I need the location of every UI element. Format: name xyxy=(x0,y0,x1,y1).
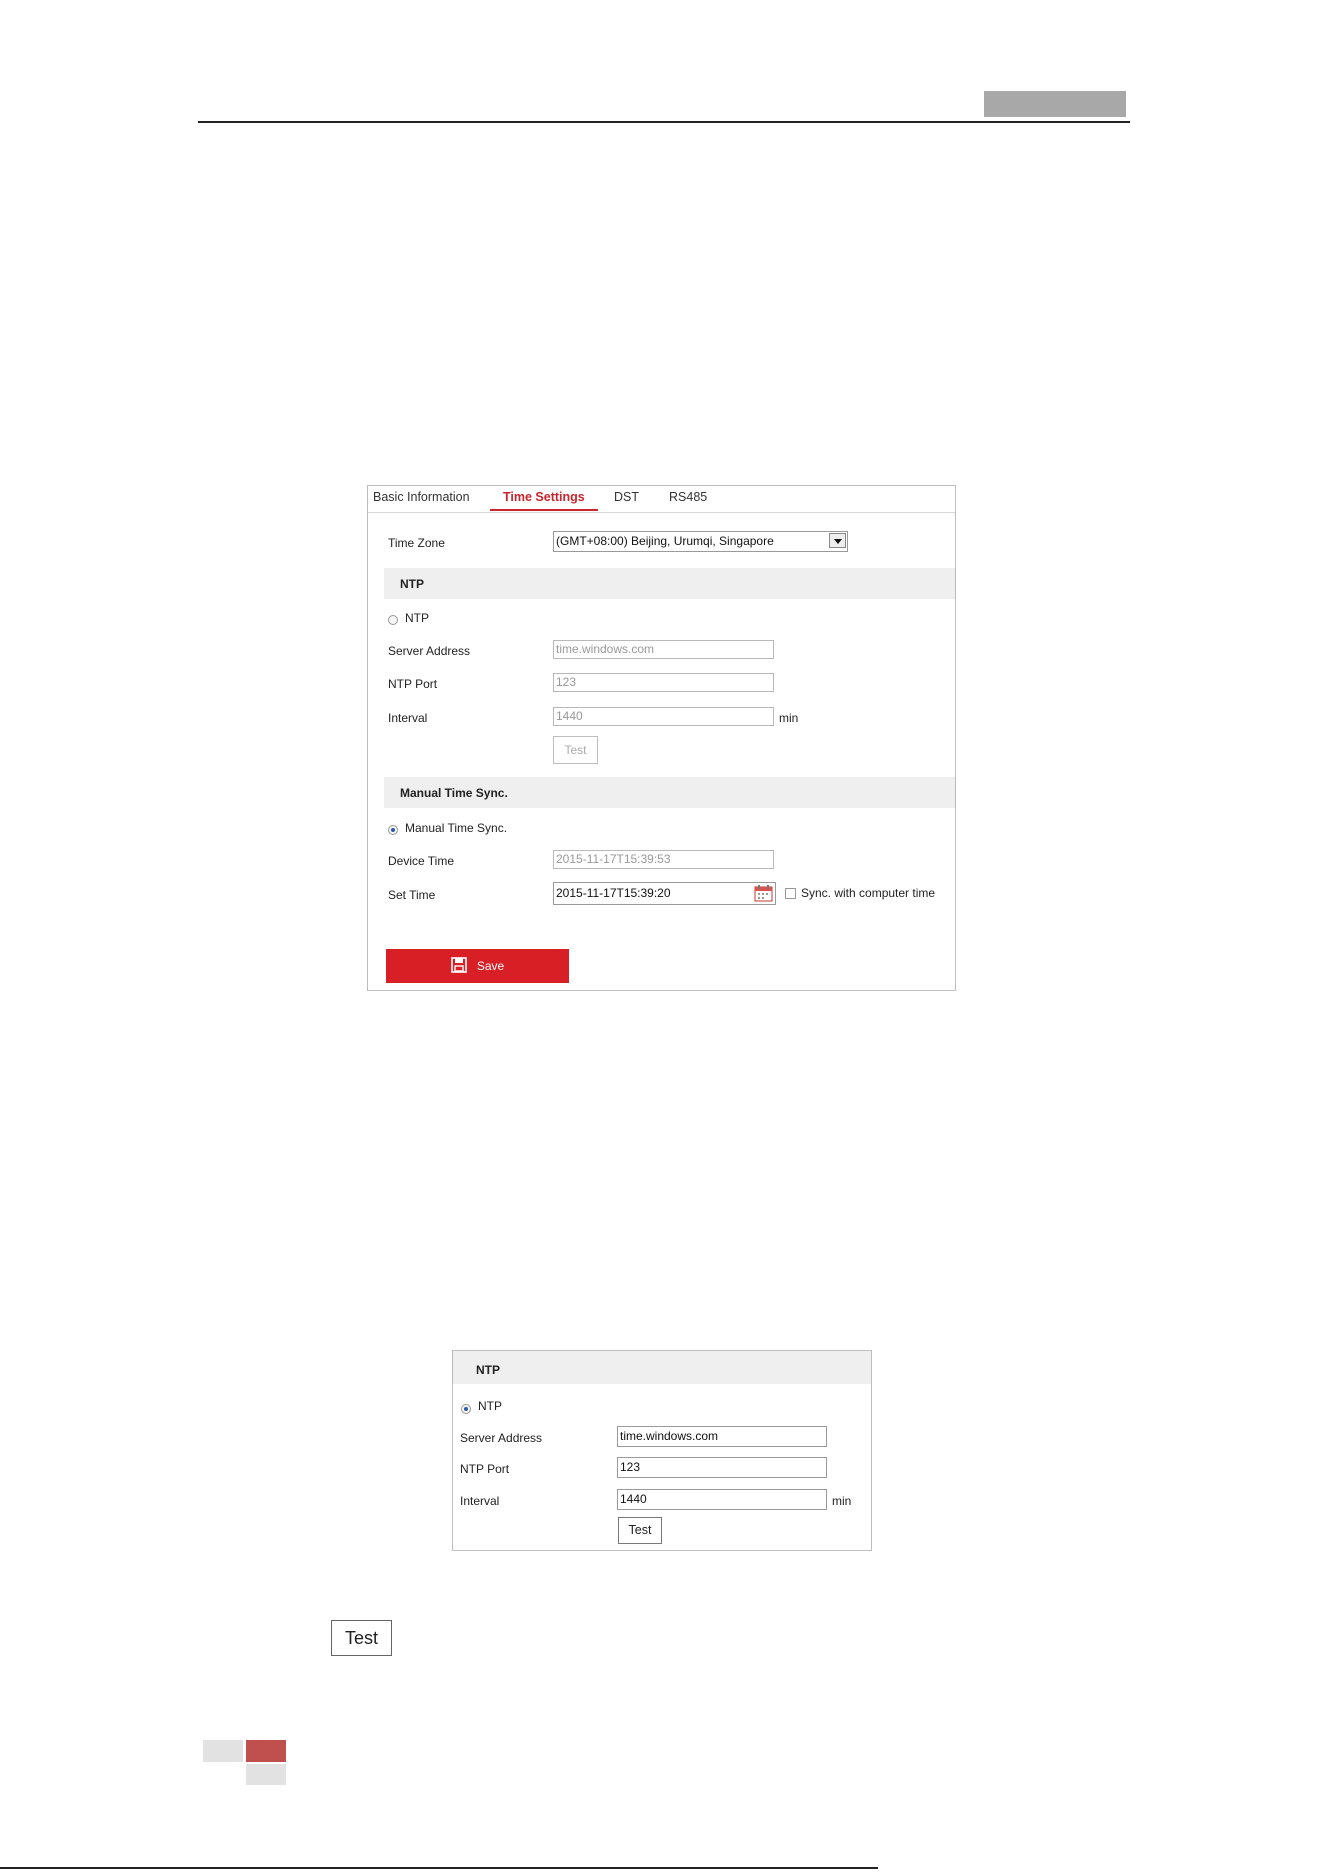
interval-input[interactable]: 1440 xyxy=(617,1489,827,1510)
footer-square xyxy=(246,1764,286,1785)
set-time-value: 2015-11-17T15:39:20 xyxy=(556,886,671,900)
time-settings-panel: Basic Information Time Settings DST RS48… xyxy=(367,485,956,991)
save-icon xyxy=(451,957,467,974)
server-address-input[interactable]: time.windows.com xyxy=(553,640,774,659)
tab-time-settings[interactable]: Time Settings xyxy=(503,490,585,504)
device-time-label: Device Time xyxy=(388,854,455,868)
sync-computer-time-checkbox[interactable] xyxy=(785,888,796,899)
ntp-port-input[interactable]: 123 xyxy=(617,1457,827,1478)
ntp-section-header: NTP xyxy=(453,1351,871,1384)
ntp-radio-label: NTP xyxy=(478,1399,502,1413)
interval-unit: min xyxy=(832,1494,852,1508)
ntp-section-title: NTP xyxy=(400,577,424,591)
sync-computer-time-label: Sync. with computer time xyxy=(801,886,936,900)
interval-input[interactable]: 1440 xyxy=(553,707,774,726)
server-address-label: Server Address xyxy=(388,644,471,658)
time-zone-select[interactable]: (GMT+08:00) Beijing, Urumqi, Singapore xyxy=(553,531,848,552)
tab-dst[interactable]: DST xyxy=(614,490,639,504)
calendar-icon[interactable] xyxy=(754,884,774,902)
header-tab-block xyxy=(984,91,1126,117)
footer-square xyxy=(203,1740,243,1762)
time-zone-value: (GMT+08:00) Beijing, Urumqi, Singapore xyxy=(556,534,774,548)
manual-sync-section-header: Manual Time Sync. xyxy=(384,777,955,808)
time-zone-label: Time Zone xyxy=(388,536,445,550)
chevron-down-icon[interactable] xyxy=(829,533,846,548)
save-button[interactable]: Save xyxy=(386,949,569,983)
test-button[interactable]: Test xyxy=(618,1517,662,1544)
active-tab-indicator xyxy=(490,509,598,511)
ntp-port-label: NTP Port xyxy=(460,1462,510,1476)
set-time-label: Set Time xyxy=(388,888,436,902)
ntp-radio-label: NTP xyxy=(405,611,429,625)
test-button[interactable]: Test xyxy=(553,736,598,764)
ntp-radio[interactable] xyxy=(461,1404,471,1414)
ntp-section-header: NTP xyxy=(384,568,955,599)
interval-label: Interval xyxy=(460,1494,500,1508)
footer-rule xyxy=(0,1867,878,1869)
footer-square-accent xyxy=(246,1740,286,1762)
tab-rs485[interactable]: RS485 xyxy=(669,490,707,504)
test-button-standalone[interactable]: Test xyxy=(331,1620,392,1656)
server-address-input[interactable]: time.windows.com xyxy=(617,1426,827,1447)
header-rule xyxy=(198,121,1130,123)
ntp-port-label: NTP Port xyxy=(388,677,438,691)
interval-label: Interval xyxy=(388,711,428,725)
manual-sync-section-title: Manual Time Sync. xyxy=(400,786,508,800)
manual-sync-radio[interactable] xyxy=(388,825,398,835)
tab-bar: Basic Information Time Settings DST RS48… xyxy=(368,486,955,513)
device-time-input: 2015-11-17T15:39:53 xyxy=(553,850,774,869)
ntp-port-input[interactable]: 123 xyxy=(553,673,774,692)
save-button-label: Save xyxy=(476,959,505,973)
set-time-input[interactable]: 2015-11-17T15:39:20 xyxy=(553,882,776,905)
manual-sync-radio-label: Manual Time Sync. xyxy=(405,821,508,835)
ntp-settings-panel: NTP NTP Server Address time.windows.com … xyxy=(452,1350,872,1551)
interval-unit: min xyxy=(779,711,799,725)
ntp-section-title: NTP xyxy=(476,1363,500,1377)
ntp-radio[interactable] xyxy=(388,615,398,625)
server-address-label: Server Address xyxy=(460,1431,543,1445)
tab-basic-information[interactable]: Basic Information xyxy=(373,490,470,504)
